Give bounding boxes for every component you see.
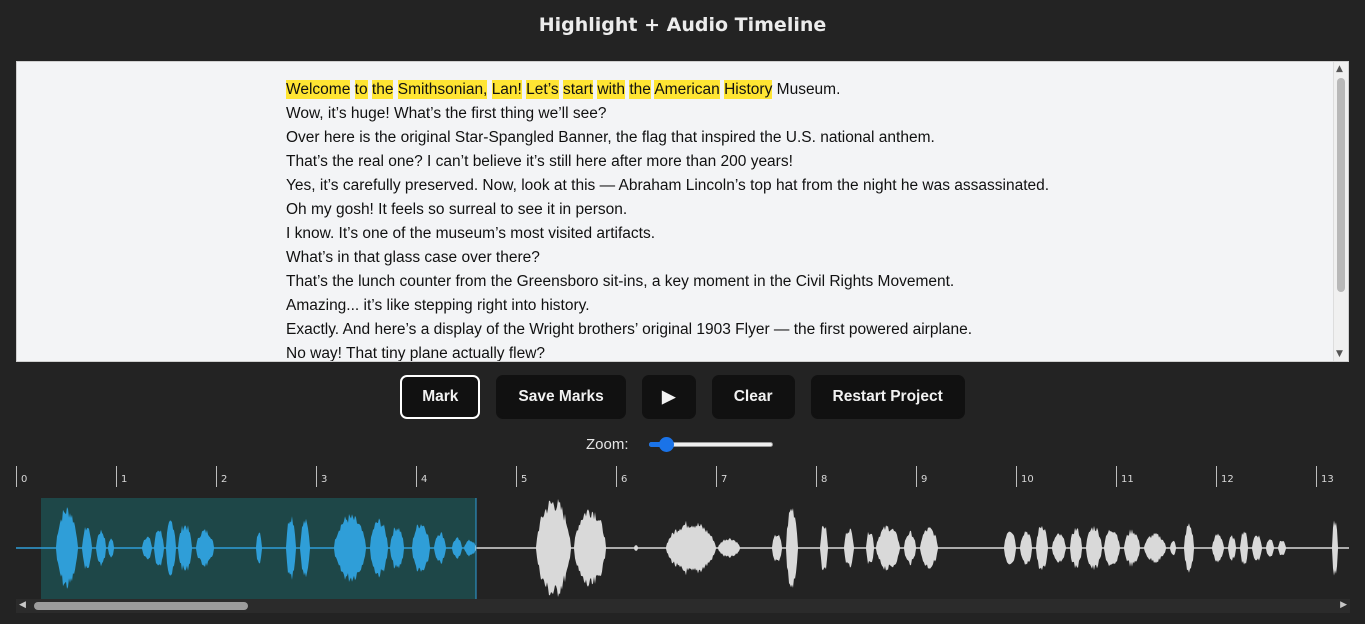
transcript-line[interactable]: Amazing... it’s like stepping right into… [286,294,1328,318]
ruler-tick-label: 11 [1121,474,1134,485]
ruler-tick: 6 [616,466,627,487]
scroll-right-icon[interactable]: ▶ [1340,600,1347,610]
ruler-tick-label: 13 [1321,474,1334,485]
play-button[interactable]: ▶ [641,375,696,419]
time-ruler: 0 1 2 3 4 5 6 7 8 9 10 11 12 13 [16,466,1350,488]
ruler-tick-label: 5 [521,474,528,485]
ruler-tick: 2 [216,466,227,487]
waveform[interactable] [16,498,1350,599]
ruler-tick-label: 4 [421,474,428,485]
transcript-panel[interactable]: Welcome to the Smithsonian, Lan! Let’s s… [16,61,1349,362]
highlighted-word[interactable]: Lan! [491,80,522,99]
ruler-tick-label: 7 [721,474,728,485]
ruler-tick-label: 10 [1021,474,1034,485]
control-bar: Mark Save Marks ▶ Clear Restart Project [0,375,1365,419]
zoom-knob[interactable] [658,437,674,452]
ruler-tick-label: 1 [121,474,128,485]
ruler-tick-label: 3 [321,474,328,485]
ruler-tick: 10 [1016,466,1034,487]
timeline-scroll-thumb[interactable] [34,602,248,610]
restart-project-button[interactable]: Restart Project [810,375,965,419]
page-title: Highlight + Audio Timeline [538,14,827,36]
scroll-thumb[interactable] [1337,78,1345,292]
transcript-line[interactable]: Over here is the original Star-Spangled … [286,126,1328,150]
mark-button[interactable]: Mark [400,375,481,419]
transcript-word[interactable]: Museum. [777,80,841,99]
ruler-tick: 7 [716,466,727,487]
transcript-line[interactable]: What’s in that glass case over there? [286,246,1328,270]
waveform-unplayed [475,499,1349,597]
transcript-text: Welcome to the Smithsonian, Lan! Let’s s… [286,78,1328,361]
play-icon: ▶ [662,387,676,406]
scroll-up-icon[interactable]: ▲ [1336,64,1343,74]
ruler-tick: 5 [516,466,527,487]
highlighted-word[interactable]: start [562,80,594,99]
transcript-line[interactable]: Wow, it’s huge! What’s the first thing w… [286,102,1328,126]
highlighted-word[interactable]: Let’s [526,80,559,99]
ruler-tick-label: 12 [1221,474,1234,485]
highlighted-word[interactable]: American [654,80,720,99]
zoom-control: Zoom: [586,434,773,454]
ruler-tick: 9 [916,466,927,487]
ruler-tick: 0 [16,466,27,487]
transcript-line[interactable]: Exactly. And here’s a display of the Wri… [286,318,1328,342]
highlighted-word[interactable]: History [724,80,773,99]
ruler-tick-label: 9 [921,474,928,485]
transcript-line[interactable]: I know. It’s one of the museum’s most vi… [286,222,1328,246]
highlighted-word[interactable]: with [597,80,625,99]
ruler-tick-label: 2 [221,474,228,485]
highlighted-word[interactable]: Welcome [286,80,351,99]
audio-timeline[interactable]: 0 1 2 3 4 5 6 7 8 9 10 11 12 13 [16,466,1350,599]
scroll-down-icon[interactable]: ▼ [1336,349,1343,359]
ruler-tick: 13 [1316,466,1334,487]
zoom-slider[interactable] [648,436,773,452]
scroll-left-icon[interactable]: ◀ [19,600,26,610]
transcript-line[interactable]: Yes, it’s carefully preserved. Now, look… [286,174,1328,198]
highlighted-word[interactable]: the [371,80,394,99]
transcript-line[interactable]: Oh my gosh! It feels so surreal to see i… [286,198,1328,222]
ruler-tick: 12 [1216,466,1234,487]
ruler-tick: 8 [816,466,827,487]
ruler-tick-label: 8 [821,474,828,485]
clear-button[interactable]: Clear [711,375,795,419]
ruler-tick-label: 0 [21,474,28,485]
ruler-tick-label: 6 [621,474,628,485]
timeline-scrollbar[interactable]: ◀ ▶ [16,599,1350,613]
highlighted-word[interactable]: the [629,80,651,99]
zoom-label: Zoom: [586,435,629,453]
transcript-line[interactable]: That’s the real one? I can’t believe it’… [286,150,1328,174]
transcript-scrollbar[interactable]: ▲ ▼ [1333,62,1348,361]
ruler-tick: 11 [1116,466,1134,487]
ruler-tick: 1 [116,466,127,487]
ruler-tick: 4 [416,466,427,487]
highlighted-word[interactable]: Smithsonian, [397,80,488,99]
ruler-tick: 3 [316,466,327,487]
transcript-line[interactable]: That’s the lunch counter from the Greens… [286,270,1328,294]
transcript-line[interactable]: No way! That tiny plane actually flew? [286,342,1328,361]
highlighted-word[interactable]: to [354,80,368,99]
save-marks-button[interactable]: Save Marks [496,375,626,419]
transcript-line[interactable]: Welcome to the Smithsonian, Lan! Let’s s… [286,78,1328,102]
